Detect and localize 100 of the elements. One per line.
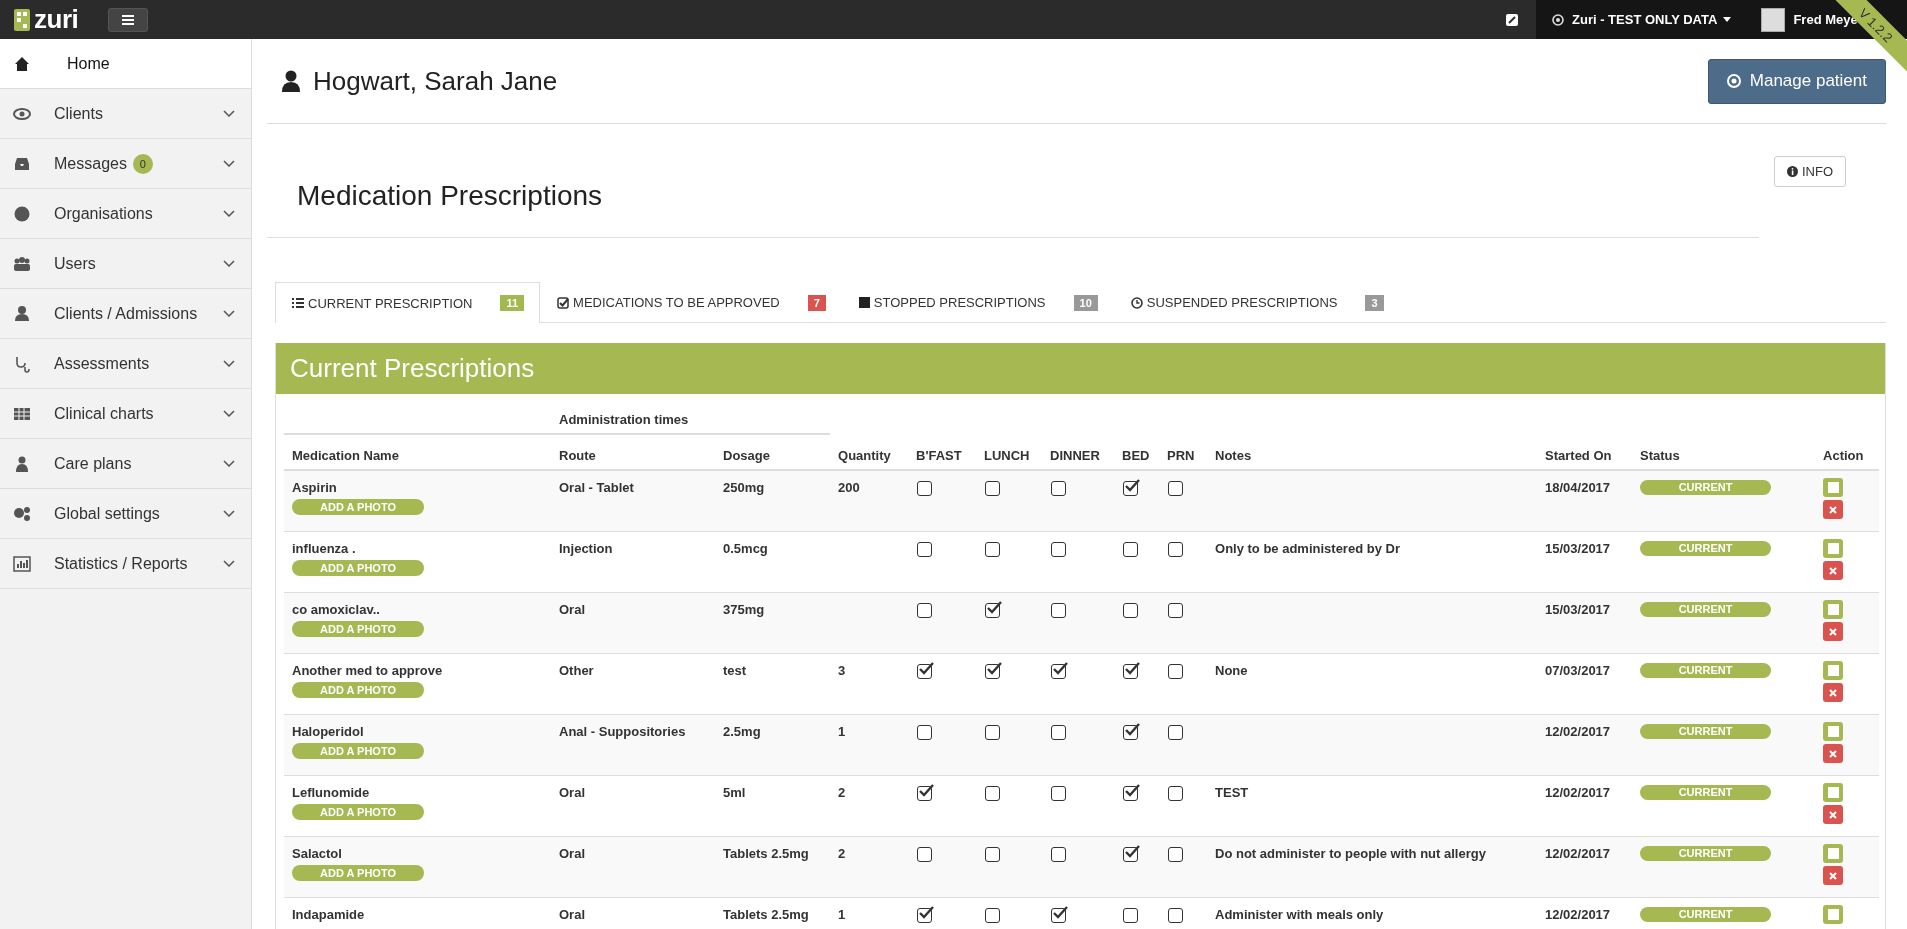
checkbox[interactable] [917,542,932,557]
checkbox[interactable] [985,664,1000,679]
chart-icon [13,554,31,573]
sidebar-item[interactable]: Organisations [0,189,251,239]
table-cell: Administer with meals only [1215,907,1384,922]
table-cell: 2.5mg [723,724,761,739]
checkbox[interactable] [917,908,932,923]
delete-button[interactable] [1823,744,1843,763]
edit-icon[interactable] [1506,13,1518,26]
avatar [1761,7,1786,32]
table-cell: 12/02/2017 [1545,846,1611,861]
table-cell: Oral [559,785,585,800]
section-title: Medication Prescriptions [267,124,1759,238]
checkbox[interactable] [1051,664,1066,679]
checkbox[interactable] [1123,908,1138,923]
checkbox[interactable] [1168,603,1183,618]
checkbox[interactable] [1051,847,1066,862]
checkbox[interactable] [1051,725,1066,740]
tab-label: STOPPED PRESCRIPTIONS [873,295,1046,310]
close-icon [1829,627,1837,636]
checkbox[interactable] [1123,725,1138,740]
checkbox[interactable] [985,542,1000,557]
table-cell: 12/02/2017 [1545,785,1611,800]
user-name[interactable]: Fred Meye [1793,12,1858,27]
sidebar-item[interactable]: Assessments [0,339,251,389]
close-icon [1829,505,1837,514]
sidebar-item[interactable]: Messages 0 [0,139,251,189]
tab[interactable]: CURRENT PRESCRIPTION 11 [275,282,541,323]
count-badge: 10 [1073,294,1098,311]
menu-button[interactable] [108,7,149,32]
delete-button[interactable] [1823,683,1843,702]
checkbox[interactable] [917,786,932,801]
sidebar-item[interactable]: Statistics / Reports [0,539,251,589]
sidebar-item[interactable]: Global settings [0,489,251,539]
table-cell: Do not administer to people with nut allergy [1215,846,1486,861]
count-badge: 7 [807,294,826,311]
delete-button[interactable] [1823,500,1843,519]
checkbox[interactable] [1168,847,1183,862]
delete-button[interactable] [1823,561,1843,580]
checkbox[interactable] [917,664,932,679]
square-icon [1827,787,1839,798]
table-cell: 15/03/2017 [1545,602,1611,617]
target-icon [1726,74,1741,88]
table-cell: None [1215,663,1248,678]
checkbox[interactable] [985,847,1000,862]
checkbox[interactable] [1123,542,1138,557]
delete-button[interactable] [1823,866,1843,885]
stethoscope-icon [13,354,31,373]
checkbox[interactable] [1168,786,1183,801]
checkbox[interactable] [985,725,1000,740]
table-cell: TEST [1215,785,1249,800]
users-icon [13,254,31,273]
checkbox[interactable] [917,603,932,618]
checkbox[interactable] [1123,481,1138,496]
close-icon [1829,810,1837,819]
delete-button[interactable] [1823,622,1843,641]
checkbox[interactable] [1123,847,1138,862]
status-pill: CURRENT [1640,907,1771,922]
tab[interactable]: MEDICATIONS TO BE APPROVED 7 [540,282,842,322]
checkbox[interactable] [1168,908,1183,923]
checkbox[interactable] [985,786,1000,801]
checkbox[interactable] [1168,542,1183,557]
organisation-menu[interactable]: Zuri - TEST ONLY DATA [1572,12,1732,27]
sidebar-item[interactable]: Users [0,239,251,289]
sidebar-item[interactable]: Clients / Admissions [0,289,251,339]
sidebar-item[interactable]: Home [0,39,251,89]
checkbox[interactable] [985,908,1000,923]
sidebar-item[interactable]: Care plans [0,439,251,489]
checkbox[interactable] [917,847,932,862]
checkbox[interactable] [1123,603,1138,618]
checkbox[interactable] [1168,725,1183,740]
sidebar-item[interactable]: Clinical charts [0,389,251,439]
table-cell: 12/02/2017 [1545,907,1611,922]
checkbox[interactable] [917,725,932,740]
checkbox[interactable] [1123,786,1138,801]
checkbox[interactable] [1051,542,1066,557]
checkbox[interactable] [985,481,1000,496]
tab[interactable]: STOPPED PRESCRIPTIONS 10 [841,282,1114,322]
tab[interactable]: SUSPENDED PRESCRIPTIONS 3 [1113,282,1400,322]
checkbox[interactable] [985,603,1000,618]
medication-name: Salactol [292,846,343,861]
checkbox[interactable] [917,481,932,496]
checkbox[interactable] [1123,664,1138,679]
close-icon [1829,749,1837,758]
medication-name: Leflunomide [292,785,371,800]
checkbox[interactable] [1051,603,1066,618]
checkbox[interactable] [1168,481,1183,496]
checkbox[interactable] [1168,664,1183,679]
caret-icon [1723,17,1732,22]
checkbox[interactable] [1051,481,1066,496]
manage-patient-button[interactable]: Manage patient [1707,58,1886,104]
medication-name: Haloperidol [292,724,365,739]
checkbox[interactable] [1051,786,1066,801]
delete-button[interactable] [1823,805,1843,824]
checkbox[interactable] [1051,908,1066,923]
info-button[interactable]: INFO [1774,156,1847,187]
logo-icon [14,8,30,31]
patient-name: Hogwart, Sarah Jane [313,65,558,97]
sidebar-item[interactable]: Clients [0,89,251,139]
doctor-icon [13,454,31,473]
